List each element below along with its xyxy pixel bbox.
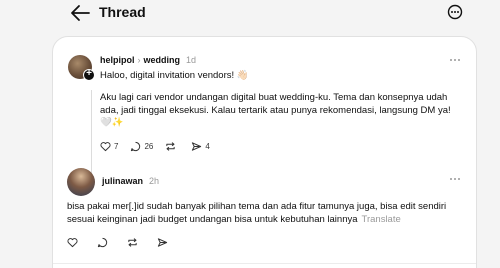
repost-icon: [128, 238, 137, 247]
reply-repost-button[interactable]: [127, 237, 141, 248]
divider: [53, 263, 476, 264]
community-tag[interactable]: wedding: [144, 55, 181, 65]
reply-username[interactable]: julinawan: [102, 176, 143, 186]
reply-comment-button[interactable]: [97, 237, 111, 248]
quote-line: [91, 90, 92, 182]
send-icon: [192, 142, 202, 151]
post-actions: 7 26 4: [100, 141, 222, 152]
chevron-right-icon: ›: [137, 55, 141, 65]
more-options-icon[interactable]: [447, 4, 463, 20]
reply-more-icon[interactable]: [450, 178, 464, 184]
comment-icon: [97, 237, 108, 248]
heart-icon: [100, 142, 111, 152]
post-username[interactable]: helpipol: [100, 55, 135, 65]
follow-plus-icon[interactable]: +: [83, 69, 95, 81]
back-arrow-icon[interactable]: [70, 3, 92, 23]
reply-actions: [67, 237, 183, 248]
send-icon: [157, 238, 168, 247]
repost-icon: [166, 142, 176, 151]
reply-avatar[interactable]: [67, 168, 95, 196]
like-button[interactable]: 7: [100, 141, 118, 152]
reply-like-button[interactable]: [67, 237, 81, 248]
heart-icon: [67, 238, 78, 248]
repost-button[interactable]: [165, 141, 179, 152]
post-body: Aku lagi cari vendor undangan digital bu…: [100, 92, 451, 129]
share-button[interactable]: 4: [191, 141, 210, 152]
reply-time: 2h: [149, 176, 160, 186]
reply-meta: julinawan 2h: [102, 176, 159, 187]
share-count: 4: [205, 142, 210, 151]
reply-body-block: bisa pakai mer[.]id sudah banyak pilihan…: [67, 201, 472, 226]
reply-share-button[interactable]: [157, 237, 171, 248]
like-count: 7: [114, 142, 119, 151]
reply-count: 26: [144, 142, 154, 151]
page-title: Thread: [99, 4, 146, 20]
thread-card: + helpipol › wedding 1d Haloo, digital invi…: [52, 36, 477, 268]
translate-link[interactable]: Translate: [362, 214, 401, 225]
top-bar: Thread: [0, 0, 500, 28]
reply-button[interactable]: 26: [130, 141, 153, 152]
post-time: 1d: [186, 55, 197, 65]
post-meta: helpipol › wedding 1d: [100, 55, 196, 66]
comment-icon: [131, 141, 141, 152]
post-more-icon[interactable]: [450, 59, 464, 65]
post-greeting: Haloo, digital invitation vendors! 👋🏻: [100, 70, 249, 81]
